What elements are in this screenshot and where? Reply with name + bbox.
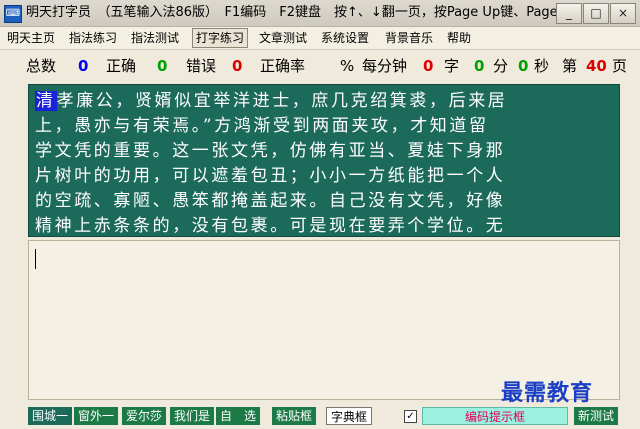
correct-value: 0 [157, 57, 168, 75]
menu-typing-practice[interactable]: 打字练习 [192, 28, 249, 48]
menu-home[interactable]: 明天主页 [4, 27, 58, 49]
text-caret [35, 249, 36, 269]
per-minute-label: 每分钟 [362, 57, 408, 75]
stats-bar: 总数 0 正确 0 错误 0 正确率 % 每分钟 0 字 0 分 0 秒 第 4… [0, 50, 640, 82]
tab-custom[interactable]: 自 选 [216, 407, 261, 425]
error-value: 0 [232, 57, 243, 75]
tab-window-1[interactable]: 窗外一 [74, 407, 119, 425]
tab-elsa[interactable]: 爱尔莎 [122, 407, 167, 425]
typing-input-area[interactable] [28, 240, 620, 400]
watermark-logo: 最需教育 [501, 381, 594, 406]
app-icon: ⌨ [4, 5, 22, 23]
char-unit: 字 [444, 57, 460, 75]
menu-help[interactable]: 帮助 [444, 27, 474, 49]
seconds-value: 0 [518, 57, 529, 75]
menu-bar: 明天主页 指法练习 指法测试 打字练习 文章测试 系统设置 背景音乐 帮助 [0, 27, 640, 50]
accuracy-label: 正确率 [260, 57, 306, 75]
menu-background-music[interactable]: 背景音乐 [382, 27, 436, 49]
window-title: 明天打字员 （五笔输入法86版） F1编码 F2键盘 按↑、↓翻一页，按Page… [26, 5, 562, 20]
text-line-2: 上，愚亦与有荣焉。”方鸿渐受到两面夹攻，才知道留 [35, 116, 489, 136]
page-prefix: 第 [562, 57, 578, 75]
minutes-unit: 分 [493, 57, 509, 75]
text-line-4: 片树叶的功用，可以遮羞包丑；小小一方纸能把一个人 [35, 166, 506, 186]
text-line-1: 孝廉公，贤婿似宜举洋进士，庶几克绍箕裘，后来居 [56, 91, 508, 111]
correct-label: 正确 [106, 57, 137, 75]
practice-text-panel: 清孝廉公，贤婿似宜举洋进士，庶几克绍箕裘，后来居 上，愚亦与有荣焉。”方鸿渐受到… [28, 84, 620, 237]
total-value: 0 [78, 57, 89, 75]
tab-women-shi[interactable]: 我们是 [170, 407, 215, 425]
menu-fingering-test[interactable]: 指法测试 [128, 27, 182, 49]
text-line-3: 学文凭的重要。这一张文凭，仿佛有亚当、夏娃下身那 [35, 141, 506, 161]
hint-checkbox[interactable]: ✓ [404, 410, 417, 423]
code-hint-box: 编码提示框 [422, 407, 568, 425]
minutes-value: 0 [474, 57, 485, 75]
seconds-unit: 秒 [534, 57, 550, 75]
tab-weicheng-1[interactable]: 围城一 [28, 407, 73, 425]
menu-system-settings[interactable]: 系统设置 [318, 27, 372, 49]
current-char: 清 [35, 91, 57, 111]
text-line: 清孝廉公，贤婿似宜举洋进士，庶几克绍箕裘，后来居 [35, 89, 613, 114]
paste-box-button[interactable]: 粘贴框 [272, 407, 317, 425]
per-minute-value: 0 [423, 57, 434, 75]
minimize-button[interactable]: _ [556, 3, 582, 24]
text-line-6: 精神上赤条条的，没有包裹。可是现在要弄个学位。无 [35, 216, 506, 236]
total-label: 总数 [26, 57, 57, 75]
accuracy-unit: % [340, 57, 355, 75]
new-test-button[interactable]: 新测试 [574, 407, 619, 425]
close-button[interactable]: × [610, 3, 636, 24]
menu-article-test[interactable]: 文章测试 [256, 27, 310, 49]
dictionary-box-button[interactable]: 字典框 [326, 407, 373, 425]
error-label: 错误 [186, 57, 217, 75]
page-suffix: 页 [612, 57, 628, 75]
footer-bar: 围城一 窗外一 爱尔莎 我们是 自 选 粘贴框 字典框 ✓ 编码提示框 新测试 [0, 405, 640, 429]
title-bar: ⌨ 明天打字员 （五笔输入法86版） F1编码 F2键盘 按↑、↓翻一页，按Pa… [0, 0, 640, 27]
text-line-5: 的空疏、寡陋、愚笨都掩盖起来。自己没有文凭，好像 [35, 191, 506, 211]
page-number: 40 [586, 57, 607, 75]
maximize-button[interactable]: □ [583, 3, 609, 24]
menu-fingering-practice[interactable]: 指法练习 [66, 27, 120, 49]
